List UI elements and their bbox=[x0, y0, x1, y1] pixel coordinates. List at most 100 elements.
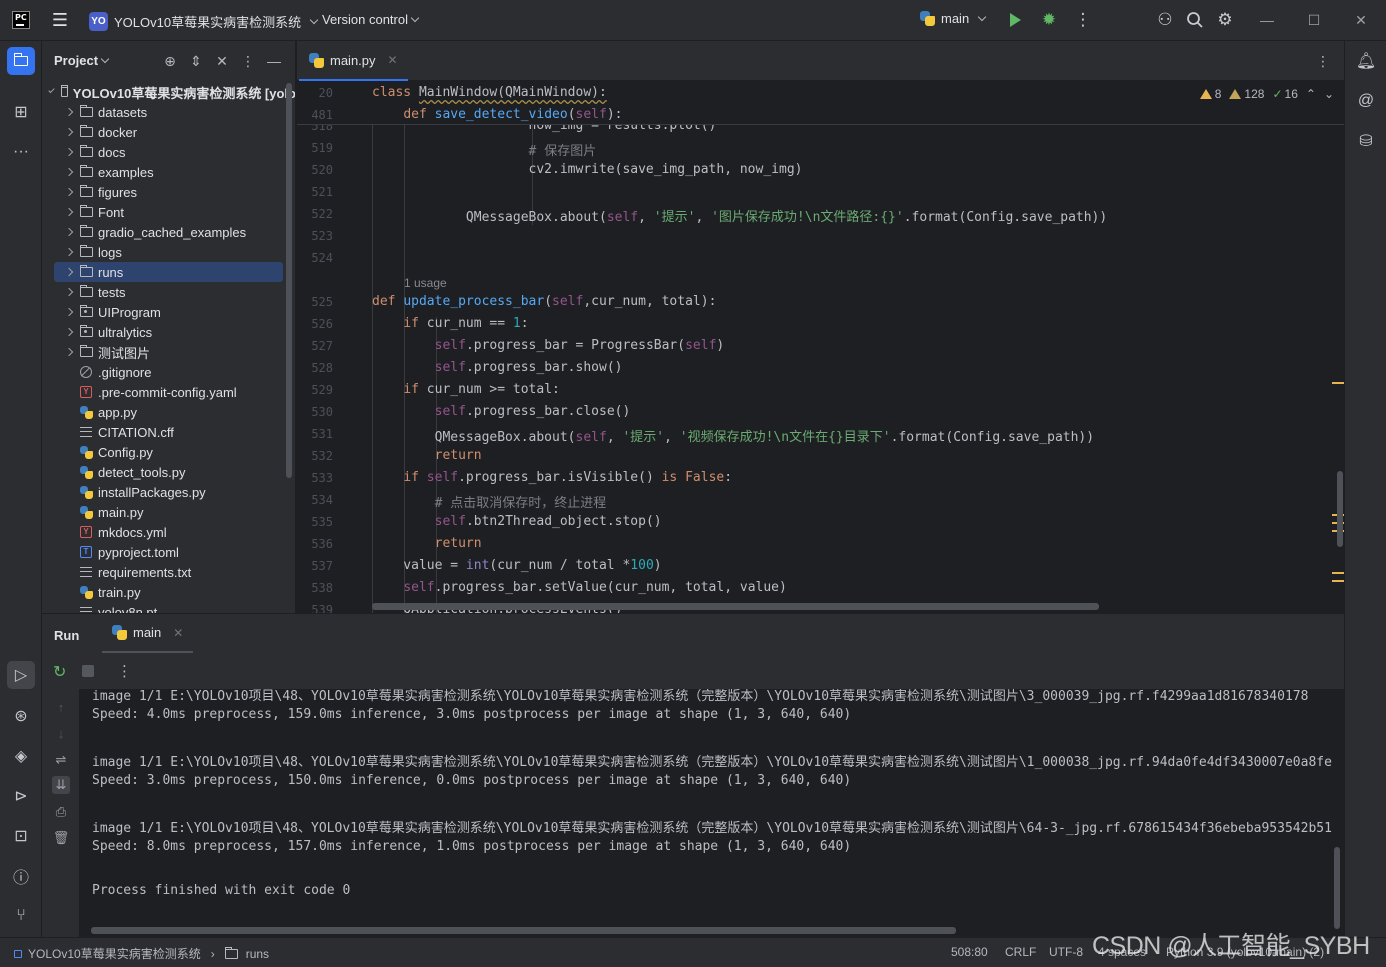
tree-item[interactable]: requirements.txt bbox=[42, 562, 295, 582]
tree-item[interactable]: Y .pre-commit-config.yaml bbox=[42, 382, 295, 402]
version-control-menu[interactable]: Version control bbox=[322, 12, 420, 27]
next-problem-icon[interactable]: ⌄ bbox=[1324, 87, 1334, 101]
tree-item[interactable]: UIProgram bbox=[42, 302, 295, 322]
scroll-up-button[interactable]: ↑ bbox=[52, 699, 70, 717]
scroll-to-end-button[interactable]: ⇊ bbox=[52, 776, 70, 794]
minimize-button[interactable]: — bbox=[1257, 10, 1277, 30]
stop-button[interactable] bbox=[82, 665, 94, 677]
code-line[interactable]: QMessageBox.about(self, '提示', '视频保存成功!\n… bbox=[372, 426, 1094, 445]
rerun-button[interactable]: ↻ bbox=[53, 662, 66, 682]
editor-vertical-scrollbar[interactable] bbox=[1337, 471, 1343, 547]
tree-item[interactable]: datasets bbox=[42, 102, 295, 122]
code-line[interactable]: self.progress_bar.setValue(cur_num, tota… bbox=[372, 580, 787, 595]
tree-item[interactable]: .gitignore bbox=[42, 362, 295, 382]
scroll-down-button[interactable]: ↓ bbox=[52, 725, 70, 743]
file-encoding[interactable]: UTF-8 bbox=[1049, 945, 1083, 959]
code-line[interactable]: if cur_num >= total: bbox=[372, 382, 560, 397]
code-line[interactable]: if cur_num == 1: bbox=[372, 316, 528, 331]
tree-item[interactable]: CITATION.cff bbox=[42, 422, 295, 442]
tree-item[interactable]: Font bbox=[42, 202, 295, 222]
problems-tool-button[interactable]: ⓘ bbox=[7, 862, 35, 890]
close-tab-icon[interactable]: ✕ bbox=[173, 626, 183, 640]
tree-item[interactable]: yolov8n.pt bbox=[42, 602, 295, 613]
tree-item[interactable]: main.py bbox=[42, 502, 295, 522]
more-tools-button[interactable]: ··· bbox=[7, 138, 35, 166]
inspection-widget[interactable]: 8 128 ✓ 16 ⌃ ⌄ bbox=[1199, 87, 1334, 101]
tree-item[interactable]: YOLOv10草莓果实病害检测系统 [yolo bbox=[42, 82, 295, 102]
breadcrumb-project[interactable]: YOLOv10草莓果实病害检测系统 bbox=[28, 945, 201, 962]
chevron-right-icon[interactable] bbox=[64, 107, 74, 117]
hide-panel-button[interactable]: — bbox=[264, 51, 284, 71]
warning-stripe[interactable] bbox=[1332, 572, 1344, 574]
chevron-right-icon[interactable] bbox=[64, 147, 74, 157]
run-button[interactable] bbox=[1005, 10, 1025, 30]
database-tool-button[interactable]: ⛁ bbox=[1352, 127, 1380, 155]
chevron-right-icon[interactable] bbox=[64, 327, 74, 337]
terminal-tool-button[interactable]: ⊡ bbox=[7, 822, 35, 850]
code-line[interactable]: self.progress_bar = ProgressBar(self) bbox=[372, 338, 725, 353]
print-button[interactable]: ⎙ bbox=[52, 803, 70, 821]
chevron-right-icon[interactable] bbox=[64, 207, 74, 217]
run-console[interactable]: image 1/1 E:\YOLOv10项目\48、YOLOv10草莓果实病害检… bbox=[81, 689, 1344, 937]
code-line[interactable]: value = int(cur_num / total *100) bbox=[372, 558, 661, 573]
project-panel-title[interactable]: Project bbox=[54, 53, 110, 68]
tab-options-button[interactable]: ⋮ bbox=[1316, 53, 1330, 70]
code-line[interactable]: if self.progress_bar.isVisible() is Fals… bbox=[372, 470, 732, 485]
services-tool-button[interactable]: ⊳ bbox=[7, 782, 35, 810]
code-line[interactable]: self.btn2Thread_object.stop() bbox=[372, 514, 662, 529]
tree-item[interactable]: tests bbox=[42, 282, 295, 302]
tree-item[interactable]: figures bbox=[42, 182, 295, 202]
console-vertical-scrollbar[interactable] bbox=[1334, 847, 1340, 929]
tree-item[interactable]: train.py bbox=[42, 582, 295, 602]
close-tab-icon[interactable]: ✕ bbox=[388, 53, 398, 67]
code-line[interactable]: self.progress_bar.close() bbox=[372, 404, 631, 419]
previous-problem-icon[interactable]: ⌃ bbox=[1306, 87, 1316, 101]
chevron-right-icon[interactable] bbox=[64, 227, 74, 237]
structure-tool-button[interactable]: ⊞ bbox=[7, 98, 35, 126]
tree-item[interactable]: Tpyproject.toml bbox=[42, 542, 295, 562]
tree-item[interactable]: ultralytics bbox=[42, 322, 295, 342]
code-line[interactable]: def update_process_bar(self,cur_num, tot… bbox=[372, 294, 716, 309]
clear-console-button[interactable]: 🗑︎ bbox=[52, 829, 70, 847]
git-tool-button[interactable]: ⑂ bbox=[7, 902, 35, 930]
code-line[interactable]: cv2.imwrite(save_img_path, now_img) bbox=[372, 162, 803, 177]
code-line[interactable]: # 点击取消保存时，终止进程 bbox=[372, 492, 607, 511]
search-everywhere-button[interactable] bbox=[1185, 10, 1205, 30]
editor-horizontal-scrollbar[interactable] bbox=[372, 603, 1099, 610]
main-menu-button[interactable]: ☰ bbox=[50, 10, 70, 30]
tree-item[interactable]: Ymkdocs.yml bbox=[42, 522, 295, 542]
debug-button[interactable]: ✹ bbox=[1039, 10, 1059, 30]
project-scrollbar[interactable] bbox=[286, 83, 292, 478]
tree-item[interactable]: docs bbox=[42, 142, 295, 162]
tree-item[interactable]: app.py bbox=[42, 402, 295, 422]
run-tool-button[interactable]: ▷ bbox=[7, 661, 35, 689]
maximize-button[interactable]: ☐ bbox=[1304, 10, 1324, 30]
code-line[interactable]: # 保存图片 bbox=[372, 140, 597, 159]
run-options-button[interactable]: ⋮ bbox=[117, 662, 132, 680]
run-configuration-select[interactable]: main bbox=[920, 11, 987, 26]
tree-item[interactable]: runs bbox=[54, 262, 283, 282]
tree-item[interactable]: installPackages.py bbox=[42, 482, 295, 502]
warning-stripe[interactable] bbox=[1332, 580, 1344, 582]
python-packages-tool-button[interactable]: ⊛ bbox=[7, 702, 35, 730]
tab-main-py[interactable]: main.py ✕ bbox=[299, 41, 408, 81]
code-line[interactable]: return bbox=[372, 536, 482, 551]
sticky-scroll-header[interactable]: 20 class MainWindow(QMainWindow): 481 de… bbox=[297, 81, 1344, 125]
tree-item[interactable]: docker bbox=[42, 122, 295, 142]
close-window-button[interactable]: ✕ bbox=[1351, 10, 1371, 30]
run-tab-main[interactable]: main ✕ bbox=[102, 614, 194, 654]
chevron-right-icon[interactable] bbox=[64, 247, 74, 257]
caret-position[interactable]: 508:80 bbox=[951, 945, 988, 959]
soft-wrap-button[interactable]: ⇌ bbox=[52, 751, 70, 769]
expand-all-button[interactable]: ⇕ bbox=[186, 51, 206, 71]
code-line[interactable]: self.progress_bar.show() bbox=[372, 360, 623, 375]
code-editor[interactable]: 20 class MainWindow(QMainWindow): 481 de… bbox=[297, 81, 1344, 613]
project-tool-button[interactable] bbox=[7, 47, 35, 75]
chevron-right-icon[interactable] bbox=[64, 167, 74, 177]
settings-button[interactable]: ⚙ bbox=[1215, 10, 1235, 30]
chevron-right-icon[interactable] bbox=[64, 307, 74, 317]
tree-item[interactable]: gradio_cached_examples bbox=[42, 222, 295, 242]
line-separator[interactable]: CRLF bbox=[1005, 945, 1036, 959]
panel-options-button[interactable]: ⋮ bbox=[238, 51, 258, 71]
ai-assistant-tool-button[interactable]: @ bbox=[1352, 87, 1380, 115]
